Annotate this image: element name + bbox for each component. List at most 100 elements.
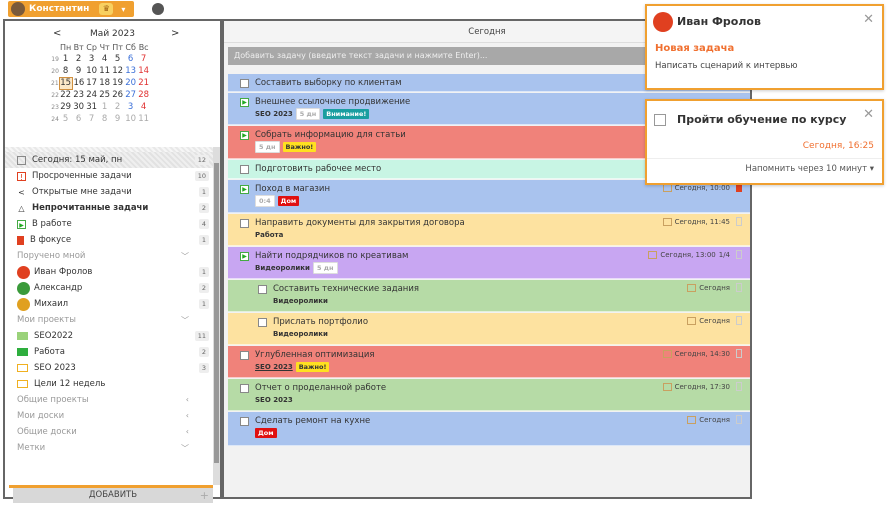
sidebar-item-person[interactable]: Александр 2 bbox=[5, 280, 213, 296]
task-checkbox[interactable] bbox=[240, 218, 249, 228]
snooze-dropdown[interactable]: Напомнить через 10 минут ▾ bbox=[745, 164, 874, 174]
calendar-day[interactable]: 7 bbox=[85, 113, 98, 125]
calendar-day-today[interactable]: 15 bbox=[58, 76, 73, 90]
sidebar-item-project[interactable]: Работа 2 bbox=[5, 344, 213, 360]
bookmark-icon[interactable] bbox=[736, 349, 742, 358]
tag-badge[interactable]: Важно! bbox=[295, 361, 330, 372]
calendar-day[interactable]: 8 bbox=[98, 113, 111, 125]
task-checkbox[interactable] bbox=[240, 164, 249, 174]
calendar-day[interactable]: 26 bbox=[111, 89, 124, 101]
task-checkbox[interactable] bbox=[240, 78, 249, 88]
calendar-day[interactable]: 10 bbox=[124, 113, 137, 125]
calendar-day[interactable]: 4 bbox=[98, 53, 111, 65]
task-row[interactable]: Направить документы для закрытия договор… bbox=[228, 214, 750, 246]
sidebar-item-project[interactable]: Цели 12 недель bbox=[5, 376, 213, 392]
bookmark-icon[interactable] bbox=[736, 250, 742, 259]
notification-new-task[interactable]: Иван Фролов ✕ Новая задача Написать сцен… bbox=[645, 4, 884, 90]
play-icon[interactable]: ▶ bbox=[240, 184, 249, 194]
calendar-day[interactable]: 5 bbox=[111, 53, 124, 65]
task-checkbox[interactable] bbox=[258, 317, 267, 327]
add-button[interactable]: ДОБАВИТЬ + bbox=[13, 488, 213, 503]
section-my-boards[interactable]: Мои доски ‹ bbox=[5, 408, 213, 424]
task-row[interactable]: Составить технические задания Видеоролик… bbox=[228, 280, 750, 312]
calendar-day[interactable]: 24 bbox=[85, 89, 98, 101]
calendar-day[interactable]: 19 bbox=[111, 77, 124, 89]
task-checkbox[interactable] bbox=[654, 114, 666, 126]
tag-badge[interactable]: Дом bbox=[255, 427, 277, 438]
scrollbar-thumb[interactable] bbox=[214, 163, 219, 463]
section-projects[interactable]: Мои проекты ﹀ bbox=[5, 312, 213, 328]
calendar-day[interactable]: 9 bbox=[72, 65, 85, 77]
play-icon[interactable]: ▶ bbox=[240, 251, 249, 261]
play-icon[interactable]: ▶ bbox=[240, 130, 249, 140]
sidebar-item-project[interactable]: SEO2022 11 bbox=[5, 328, 213, 344]
calendar-day[interactable]: 5 bbox=[59, 113, 72, 125]
task-checkbox[interactable] bbox=[240, 350, 249, 360]
sidebar-item-project[interactable]: SEO 2023 3 bbox=[5, 360, 213, 376]
sidebar-item-shared[interactable]: < Открытые мне задачи 1 bbox=[5, 184, 213, 200]
calendar-day[interactable]: 21 bbox=[137, 77, 150, 89]
sidebar-item-in-work[interactable]: ▶ В работе 4 bbox=[5, 216, 213, 232]
calendar-day[interactable]: 20 bbox=[124, 77, 137, 89]
stats-icon[interactable] bbox=[152, 3, 164, 15]
task-checkbox[interactable] bbox=[240, 383, 249, 393]
calendar-day[interactable]: 23 bbox=[72, 89, 85, 101]
sidebar-item-unread[interactable]: △ Непрочитанные задачи 2 bbox=[5, 200, 213, 216]
tag-badge[interactable]: Дом bbox=[277, 195, 300, 206]
task-row[interactable]: ▶ Найти подрядчиков по креативам Видеорол… bbox=[228, 247, 750, 279]
calendar-day[interactable]: 6 bbox=[124, 53, 137, 65]
calendar-day[interactable]: 12 bbox=[111, 65, 124, 77]
calendar-day[interactable]: 3 bbox=[124, 101, 137, 113]
sidebar-item-overdue[interactable]: ! Просроченные задачи 10 bbox=[5, 168, 213, 184]
task-row[interactable]: Прислать портфолио Видеоролики Сегодня bbox=[228, 313, 750, 345]
calendar-day[interactable]: 11 bbox=[98, 65, 111, 77]
calendar-day[interactable]: 17 bbox=[85, 77, 98, 89]
calendar-day[interactable]: 31 bbox=[85, 101, 98, 113]
tag-badge[interactable]: Внимание! bbox=[323, 108, 370, 119]
calendar-day[interactable]: 28 bbox=[137, 89, 150, 101]
sidebar-item-person[interactable]: Иван Фролов 1 bbox=[5, 264, 213, 280]
calendar-day[interactable]: 11 bbox=[137, 113, 150, 125]
calendar-day[interactable]: 29 bbox=[59, 101, 72, 113]
bookmark-icon[interactable] bbox=[736, 382, 742, 391]
calendar-next-button[interactable]: > bbox=[171, 28, 179, 39]
calendar-day[interactable]: 1 bbox=[59, 53, 72, 65]
sidebar-item-today[interactable]: Сегодня: 15 май, пн 12 bbox=[5, 152, 213, 168]
calendar-day[interactable]: 16 bbox=[72, 77, 85, 89]
calendar-day[interactable]: 13 bbox=[124, 65, 137, 77]
calendar-day[interactable]: 22 bbox=[59, 89, 72, 101]
sidebar-item-person[interactable]: Михаил 1 bbox=[5, 296, 213, 312]
calendar-day[interactable]: 3 bbox=[85, 53, 98, 65]
task-checkbox[interactable] bbox=[258, 284, 267, 294]
bookmark-icon[interactable] bbox=[736, 316, 742, 325]
calendar-day[interactable]: 6 bbox=[72, 113, 85, 125]
bookmark-icon[interactable] bbox=[736, 415, 742, 424]
section-common-projects[interactable]: Общие проекты ‹ bbox=[5, 392, 213, 408]
calendar-day[interactable]: 8 bbox=[59, 65, 72, 77]
bookmark-icon[interactable] bbox=[736, 283, 742, 292]
calendar-day[interactable]: 27 bbox=[124, 89, 137, 101]
section-assigned[interactable]: Поручено мной ﹀ bbox=[5, 248, 213, 264]
calendar-day[interactable]: 25 bbox=[98, 89, 111, 101]
calendar-day[interactable]: 2 bbox=[72, 53, 85, 65]
sidebar-scrollbar[interactable] bbox=[213, 147, 220, 485]
task-row[interactable]: Отчет о проделанной работе SEO 2023 Сего… bbox=[228, 379, 750, 411]
calendar-day[interactable]: 1 bbox=[98, 101, 111, 113]
calendar-day[interactable]: 10 bbox=[85, 65, 98, 77]
close-icon[interactable]: ✕ bbox=[863, 12, 874, 27]
calendar-day[interactable]: 30 bbox=[72, 101, 85, 113]
calendar-day[interactable]: 7 bbox=[137, 53, 150, 65]
task-row[interactable]: Углубленная оптимизация SEO 2023 Важно! С… bbox=[228, 346, 750, 378]
calendar-day[interactable]: 14 bbox=[137, 65, 150, 77]
task-row[interactable]: Сделать ремонт на кухне Дом Сегодня bbox=[228, 412, 750, 446]
bookmark-icon[interactable] bbox=[736, 217, 742, 226]
close-icon[interactable]: ✕ bbox=[863, 107, 874, 122]
play-icon[interactable]: ▶ bbox=[240, 97, 249, 107]
task-checkbox[interactable] bbox=[240, 416, 249, 426]
section-common-boards[interactable]: Общие доски ‹ bbox=[5, 424, 213, 440]
tag-badge[interactable]: Важно! bbox=[282, 141, 317, 152]
calendar-day[interactable]: 18 bbox=[98, 77, 111, 89]
notification-reminder[interactable]: Пройти обучение по курсу ✕ Сегодня, 16:2… bbox=[645, 99, 884, 185]
calendar-day[interactable]: 4 bbox=[137, 101, 150, 113]
calendar-day[interactable]: 2 bbox=[111, 101, 124, 113]
